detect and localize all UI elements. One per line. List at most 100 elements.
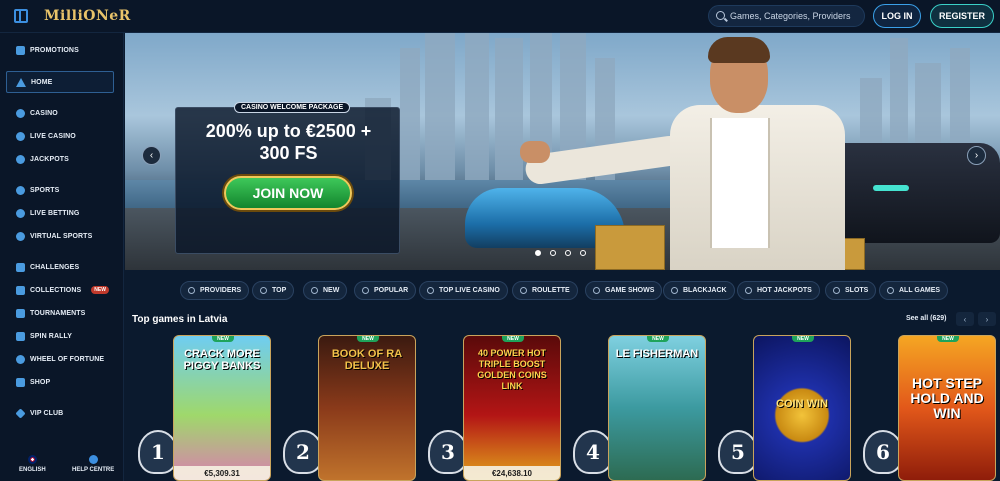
slide-dot[interactable] xyxy=(550,250,556,256)
sidebar-item-label: LIVE BETTING xyxy=(30,209,80,217)
category-top-live-casino[interactable]: TOP LIVE CASINO xyxy=(419,281,508,300)
sidebar-item-wheel-of-fortune[interactable]: WHEEL OF FORTUNE xyxy=(0,349,124,369)
category-blackjack[interactable]: BLACKJACK xyxy=(663,281,735,300)
shop-icon xyxy=(16,377,25,387)
sidebar-item-spin-rally[interactable]: SPIN RALLY xyxy=(0,326,124,346)
category-roulette[interactable]: ROULETTE xyxy=(512,281,578,300)
category-providers[interactable]: PROVIDERS xyxy=(180,281,250,300)
home-icon xyxy=(16,77,26,87)
sidebar-item-promotions[interactable]: PROMOTIONS xyxy=(0,40,124,60)
help-centre-link[interactable]: HELP CENTRE xyxy=(72,455,114,473)
hero-banner[interactable]: CASINO WELCOME PACKAGE 200% up to €2500 … xyxy=(125,33,1000,270)
search-input[interactable] xyxy=(730,8,860,24)
game-card[interactable]: NEW CRACK MORE PIGGY BANKS €5,309.31 xyxy=(173,335,271,481)
sidebar-item-tournaments[interactable]: TOURNAMENTS xyxy=(0,303,124,323)
sidebar-item-home[interactable]: HOME xyxy=(6,71,114,93)
spade-icon xyxy=(16,108,25,118)
sidebar-item-label: VIP CLUB xyxy=(30,409,64,417)
category-game-shows[interactable]: GAME SHOWS xyxy=(585,281,663,300)
search-box[interactable] xyxy=(708,5,865,27)
grid-icon xyxy=(887,287,894,294)
language-selector[interactable]: ENGLISH xyxy=(19,455,46,473)
chevron-left-icon: ‹ xyxy=(149,149,154,161)
login-button[interactable]: LOG IN xyxy=(873,4,921,28)
chip-icon xyxy=(16,131,25,141)
game-card[interactable]: NEW HOT STEP HOLD AND WIN xyxy=(898,335,996,481)
new-badge: NEW xyxy=(647,336,669,342)
category-slots[interactable]: SLOTS xyxy=(825,281,877,300)
game-card[interactable]: NEW COIN WIN xyxy=(753,335,851,481)
category-label: TOP LIVE CASINO xyxy=(439,287,500,294)
diamond-icon xyxy=(15,407,26,419)
category-label: HOT JACKPOTS xyxy=(757,287,812,294)
sidebar-toggle-icon[interactable] xyxy=(14,9,28,23)
category-hot-jackpots[interactable]: HOT JACKPOTS xyxy=(737,281,820,300)
game-card[interactable]: NEW LE FISHERMAN xyxy=(608,335,706,481)
sidebar-item-label: TOURNAMENTS xyxy=(30,309,86,317)
top-bar: MilliONeR LOG IN REGISTER xyxy=(0,0,1000,33)
category-label: ALL GAMES xyxy=(899,287,941,294)
sidebar-item-challenges[interactable]: CHALLENGES xyxy=(0,257,124,277)
lightning-icon xyxy=(311,287,318,294)
search-icon xyxy=(716,11,725,20)
category-all-games[interactable]: ALL GAMES xyxy=(879,281,949,300)
register-button[interactable]: REGISTER xyxy=(930,4,994,28)
man-hair xyxy=(708,37,770,63)
jackpot-amount: €24,638.10 xyxy=(464,466,560,480)
crown-icon xyxy=(260,287,267,294)
new-badge: NEW xyxy=(937,336,959,342)
sidebar-item-label: SHOP xyxy=(30,378,51,386)
help-label: HELP CENTRE xyxy=(72,467,115,473)
slide-dots xyxy=(535,250,586,256)
banner-next-button[interactable]: › xyxy=(967,146,986,165)
spin-icon xyxy=(16,331,25,341)
virtual-icon xyxy=(16,231,25,241)
help-icon xyxy=(88,455,98,464)
sidebar-item-label: CASINO xyxy=(30,109,58,117)
uk-flag-icon xyxy=(27,455,37,464)
join-now-button[interactable]: JOIN NOW xyxy=(224,176,352,210)
promo-title: 200% up to €2500 + 300 FS xyxy=(176,120,401,164)
sidebar-item-live-casino[interactable]: LIVE CASINO xyxy=(0,126,124,146)
games-prev-button[interactable]: ‹ xyxy=(956,312,974,326)
sidebar-footer: ENGLISH HELP CENTRE xyxy=(0,449,124,481)
game-title: BOOK OF RA DELUXE xyxy=(331,348,403,372)
section-title: Top games in Latvia xyxy=(132,314,228,325)
logo[interactable]: MilliONeR xyxy=(44,8,131,24)
game-card[interactable]: NEW 40 POWER HOT TRIPLE BOOST GOLDEN COI… xyxy=(463,335,561,481)
providers-icon xyxy=(188,287,195,294)
slide-dot[interactable] xyxy=(535,250,541,256)
sidebar-item-label: CHALLENGES xyxy=(30,263,80,271)
game-card[interactable]: NEW BOOK OF RA DELUXE xyxy=(318,335,416,481)
category-popular[interactable]: POPULAR xyxy=(354,281,417,300)
sidebar-item-label: HOME xyxy=(31,78,53,86)
new-badge: NEW xyxy=(357,336,379,342)
sidebar-item-sports[interactable]: SPORTS xyxy=(0,180,124,200)
car-headlight xyxy=(873,185,909,191)
game-title: COIN WIN xyxy=(776,398,828,410)
skyline xyxy=(400,48,420,188)
sidebar-item-casino[interactable]: CASINO xyxy=(0,103,124,123)
live-casino-icon xyxy=(427,287,434,294)
sidebar-item-shop[interactable]: SHOP xyxy=(0,372,124,392)
sidebar-item-live-betting[interactable]: LIVE BETTING xyxy=(0,203,124,223)
chevron-right-icon: › xyxy=(974,149,979,161)
games-next-button[interactable]: › xyxy=(978,312,996,326)
sidebar-item-jackpots[interactable]: JACKPOTS xyxy=(0,149,124,169)
chevron-right-icon: › xyxy=(985,314,989,324)
see-all-link[interactable]: See all (629) xyxy=(906,315,946,322)
category-top[interactable]: TOP xyxy=(252,281,295,300)
sidebar-item-vip-club[interactable]: VIP CLUB xyxy=(0,403,124,423)
banner-prev-button[interactable]: ‹ xyxy=(142,146,161,165)
sidebar-item-virtual-sports[interactable]: VIRTUAL SPORTS xyxy=(0,226,124,246)
man-hand xyxy=(520,141,550,163)
jackpot-amount: €5,309.31 xyxy=(174,466,270,480)
gift-box xyxy=(595,225,665,270)
category-label: TOP xyxy=(272,287,287,294)
sidebar-item-label: SPIN RALLY xyxy=(30,332,72,340)
sidebar-item-label: PROMOTIONS xyxy=(30,46,79,54)
category-new[interactable]: NEW xyxy=(303,281,348,300)
slide-dot[interactable] xyxy=(580,250,586,256)
slide-dot[interactable] xyxy=(565,250,571,256)
sidebar-item-collections[interactable]: COLLECTIONS NEW xyxy=(0,280,124,300)
